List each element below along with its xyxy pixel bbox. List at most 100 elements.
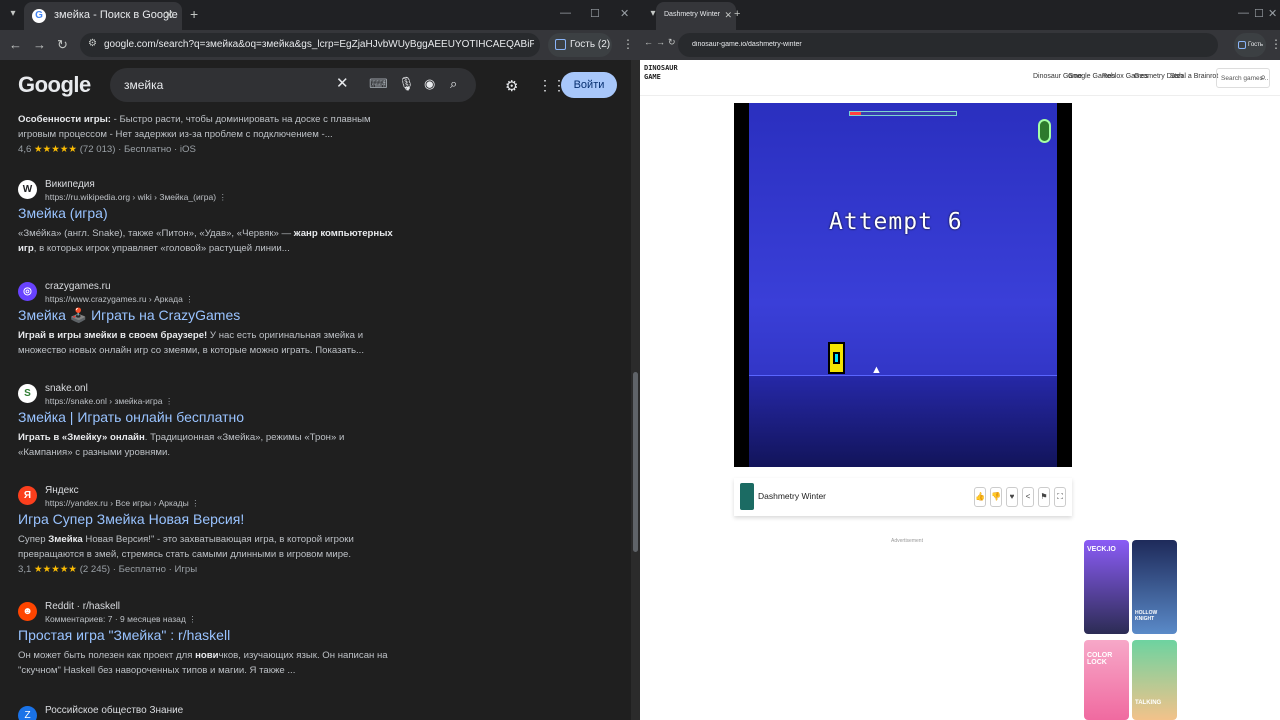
scrollbar-thumb[interactable]: [633, 372, 638, 552]
lens-icon[interactable]: ◉: [424, 76, 435, 92]
result-crumb-text: Комментариев: 7 · 9 месяцев назад: [45, 614, 186, 624]
result-more-icon[interactable]: ⋮: [165, 396, 174, 406]
tab-dashmetry[interactable]: Dashmetry Winter ✕: [656, 2, 736, 30]
tab-title-right: Dashmetry Winter: [664, 11, 721, 18]
reload-icon-right[interactable]: ↻: [668, 37, 676, 48]
guest-profile-button[interactable]: Гость (2): [548, 33, 612, 57]
game-card[interactable]: TALKING: [1132, 640, 1177, 720]
result-favicon-icon: W: [18, 180, 37, 199]
share-icon[interactable]: <: [1022, 487, 1034, 507]
game-frame[interactable]: Attempt 6 ▲: [734, 103, 1072, 467]
forward-icon[interactable]: →: [33, 37, 46, 52]
menu-icon[interactable]: ⋮: [622, 37, 634, 51]
pause-icon[interactable]: [1038, 119, 1051, 143]
menu-icon-right[interactable]: ⋮: [1270, 37, 1280, 51]
guest-icon: [555, 39, 566, 50]
result-snippet: Играть в «Змейку» онлайн. Традиционная «…: [18, 430, 398, 460]
google-logo[interactable]: Google: [18, 72, 91, 98]
result-site[interactable]: crazygames.ru: [45, 281, 111, 292]
address-row: ← → ↻ ⚙ google.com/search?q=змейка&oq=зм…: [0, 30, 640, 60]
result-site[interactable]: Яндекс: [45, 485, 79, 496]
guest-profile-button-right[interactable]: Гость: [1234, 33, 1266, 57]
rating-value: 3,1: [18, 564, 32, 575]
result-title-link[interactable]: Простая игра "Змейка" : r/haskell: [18, 627, 230, 643]
search-result[interactable]: Ssnake.onl https://snake.onl › змейка-игр…: [0, 383, 620, 480]
result-more-icon[interactable]: ⋮: [191, 498, 200, 508]
tab-search-icon[interactable]: ▾: [4, 5, 22, 23]
result-title-link[interactable]: Змейка | Играть онлайн бесплатно: [18, 409, 244, 425]
minimize-icon-right[interactable]: —: [1238, 7, 1249, 19]
result-site[interactable]: Википедия: [45, 179, 95, 190]
close-tab-icon-right[interactable]: ✕: [724, 10, 732, 21]
search-icon-right[interactable]: ⌕: [1260, 72, 1266, 83]
result-snippet: Играй в игры змейки в своем браузере! У …: [18, 328, 398, 358]
new-tab-icon-right[interactable]: +: [734, 8, 740, 20]
settings-gear-icon[interactable]: ⚙: [505, 77, 518, 95]
search-icon[interactable]: ⌕: [450, 76, 457, 92]
top-snippet: Особенности игры: - Быстро расти, чтобы …: [18, 112, 398, 142]
maximize-icon-right[interactable]: ☐: [1254, 7, 1264, 20]
search-result[interactable]: W Википедия https://ru.wikipedia.org › wik…: [0, 179, 620, 276]
back-icon[interactable]: ←: [9, 37, 22, 52]
result-site[interactable]: Reddit · r/haskell: [45, 601, 120, 612]
snippet-bold: Особенности игры:: [18, 114, 111, 125]
result-rating: 3,1 ★★★★★ (2 245) · Бесплатно · Игры: [18, 564, 197, 575]
google-search-box[interactable]: змейка ✕ ⌨ 🎙 ◉ ⌕: [110, 68, 476, 102]
game-canvas[interactable]: Attempt 6 ▲: [749, 103, 1057, 467]
result-more-icon[interactable]: ⋮: [188, 614, 197, 624]
search-result[interactable]: ☻ Reddit · r/haskell Комментариев: 7 · 9 м…: [0, 601, 620, 698]
browser-window-right: ▾ Dashmetry Winter ✕ + — ☐ ✕ ← → ↻ dinos…: [640, 0, 1280, 720]
result-breadcrumb: https://snake.onl › змейка-игра ⋮: [45, 396, 173, 407]
scrollbar[interactable]: [631, 60, 640, 720]
address-bar-right[interactable]: dinosaur-game.io/dashmetry-winter: [678, 33, 1218, 57]
url-text-right: dinosaur-game.io/dashmetry-winter: [692, 41, 802, 48]
tab-google-search[interactable]: G змейка - Поиск в Google ✕: [24, 2, 182, 30]
microphone-icon[interactable]: 🎙: [398, 76, 415, 92]
fullscreen-icon[interactable]: ⛶: [1054, 487, 1066, 507]
sign-in-button[interactable]: Войти: [561, 72, 617, 98]
game-card[interactable]: VECK.IO: [1084, 540, 1129, 634]
dislike-icon[interactable]: 👎: [990, 487, 1002, 507]
level-progress-fill: [850, 112, 861, 115]
new-tab-icon[interactable]: +: [190, 6, 198, 22]
keyboard-icon[interactable]: ⌨: [369, 76, 388, 92]
snippet-bold: Играй в игры змейки в своем браузере!: [18, 330, 208, 341]
clear-icon[interactable]: ✕: [336, 74, 349, 92]
game-card[interactable]: COLOR LOCK: [1084, 640, 1129, 720]
reload-icon[interactable]: ↻: [57, 37, 68, 53]
google-favicon-icon: G: [32, 9, 46, 23]
back-icon-right[interactable]: ←: [644, 37, 653, 47]
tab-title: змейка - Поиск в Google: [54, 9, 178, 21]
report-flag-icon[interactable]: ⚑: [1038, 487, 1050, 507]
maximize-icon[interactable]: ☐: [590, 7, 600, 20]
last-result-site[interactable]: Российское общество Знание: [45, 705, 183, 716]
result-breadcrumb: Комментариев: 7 · 9 месяцев назад ⋮: [45, 614, 197, 625]
search-query[interactable]: змейка: [124, 78, 163, 92]
rating-stars: ★★★★★: [34, 564, 78, 575]
game-card[interactable]: HOLLOW KNIGHT: [1132, 540, 1177, 634]
favorite-heart-icon[interactable]: ♥: [1006, 487, 1018, 507]
search-result[interactable]: ◎ crazygames.ru https://www.crazygames.ru …: [0, 281, 620, 378]
like-icon[interactable]: 👍: [974, 487, 986, 507]
close-window-icon-right[interactable]: ✕: [1268, 7, 1277, 20]
tab-bar-right: ▾ Dashmetry Winter ✕ + — ☐ ✕: [640, 0, 1280, 30]
result-crumb-text: https://www.crazygames.ru › Аркада: [45, 294, 183, 304]
result-title-link[interactable]: Змейка 🕹️ Играть на CrazyGames: [18, 307, 240, 324]
rating-meta: (2 245) · Бесплатно · Игры: [79, 564, 198, 575]
nav-steal-a-brainrot[interactable]: Steal a Brainrot: [1170, 73, 1218, 80]
search-result[interactable]: Я Яндекс https://yandex.ru › Все игры › Ар…: [0, 485, 620, 582]
address-bar[interactable]: ⚙ google.com/search?q=змейка&oq=змейка&g…: [80, 33, 540, 57]
forward-icon-right[interactable]: →: [656, 37, 665, 47]
result-title-link[interactable]: Змейка (игра): [18, 205, 108, 221]
result-title-link[interactable]: Игра Супер Змейка Новая Версия!: [18, 511, 244, 527]
dinosaur-game-logo[interactable]: DINOSAUR GAME: [644, 64, 688, 92]
site-info-icon[interactable]: ⚙: [88, 38, 97, 49]
game-card-label: VECK.IO: [1087, 546, 1116, 553]
close-window-icon[interactable]: ✕: [620, 7, 629, 20]
result-site[interactable]: snake.onl: [45, 383, 88, 394]
close-tab-icon[interactable]: ✕: [164, 8, 174, 22]
result-more-icon[interactable]: ⋮: [185, 294, 194, 304]
result-more-icon[interactable]: ⋮: [218, 192, 227, 202]
minimize-icon[interactable]: —: [560, 7, 571, 19]
site-search-input[interactable]: Search games... ⌕: [1216, 68, 1270, 88]
